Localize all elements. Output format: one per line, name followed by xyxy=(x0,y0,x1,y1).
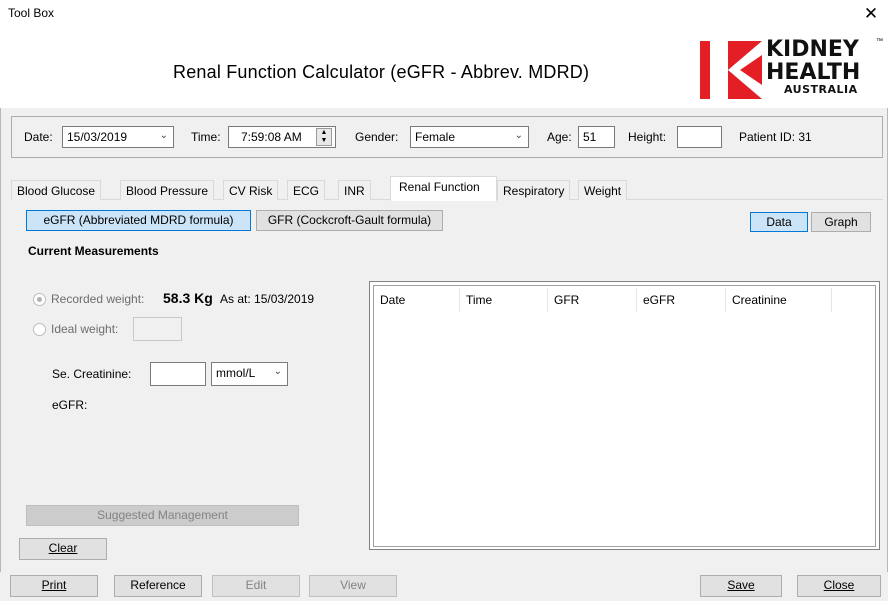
tab-ecg[interactable]: ECG xyxy=(287,180,326,200)
logo-line-3: AUSTRALIA xyxy=(784,83,858,96)
logo-line-1: KIDNEY xyxy=(766,37,859,62)
spin-up-icon[interactable]: ▲ xyxy=(317,129,331,137)
save-button[interactable]: Save xyxy=(700,575,782,597)
logo-trademark: ™ xyxy=(876,38,883,45)
column-header-date[interactable]: Date xyxy=(374,288,460,312)
egfr-formula-button[interactable]: eGFR (Abbreviated MDRD formula) xyxy=(26,210,251,231)
tab-cv-risk[interactable]: CV Risk xyxy=(223,180,279,200)
creatinine-input[interactable] xyxy=(150,362,206,386)
chevron-down-icon: ⌄ xyxy=(159,130,168,141)
clear-button[interactable]: Clear xyxy=(19,538,107,560)
egfr-label: eGFR: xyxy=(52,398,88,412)
gfr-formula-button[interactable]: GFR (Cockcroft-Gault formula) xyxy=(256,210,443,231)
chevron-down-icon: ⌄ xyxy=(514,130,523,141)
height-input[interactable] xyxy=(677,126,722,148)
date-picker[interactable]: 15/03/2019 ⌄ xyxy=(62,126,174,148)
print-button[interactable]: Print xyxy=(10,575,98,597)
reference-button[interactable]: Reference xyxy=(114,575,202,597)
recorded-weight-radio[interactable] xyxy=(33,293,46,306)
column-header-gfr[interactable]: GFR xyxy=(548,288,637,312)
clear-button-label: Clear xyxy=(48,541,78,555)
age-label: Age: xyxy=(547,130,572,144)
as-at-date: As at: 15/03/2019 xyxy=(220,292,315,306)
column-header-creatinine[interactable]: Creatinine xyxy=(726,288,832,312)
view-button[interactable]: View xyxy=(309,575,397,597)
chevron-down-icon: ⌄ xyxy=(273,366,282,377)
column-header-time[interactable]: Time xyxy=(460,288,548,312)
logo-wordmark: KIDNEY HEALTH AUSTRALIA xyxy=(766,38,860,96)
creatinine-label: Se. Creatinine: xyxy=(52,367,132,381)
tab-weight[interactable]: Weight xyxy=(578,180,628,200)
unit-value: mmol/L xyxy=(216,366,256,380)
tab-respiratory[interactable]: Respiratory xyxy=(497,180,571,200)
gender-select[interactable]: Female ⌄ xyxy=(410,126,529,148)
edit-button[interactable]: Edit xyxy=(212,575,300,597)
page-title: Renal Function Calculator (eGFR - Abbrev… xyxy=(173,62,590,82)
section-heading: Current Measurements xyxy=(28,244,159,258)
logo-line-2: HEALTH xyxy=(766,60,861,85)
save-button-label: Save xyxy=(727,578,755,592)
measurements-table[interactable] xyxy=(373,285,876,547)
print-button-label: Print xyxy=(41,578,67,592)
tab-blood-glucose[interactable]: Blood Glucose xyxy=(11,180,102,200)
close-icon[interactable]: ✕ xyxy=(860,3,882,25)
time-value: 7:59:08 AM xyxy=(241,130,302,144)
data-view-button[interactable]: Data xyxy=(750,212,808,232)
close-button-label: Close xyxy=(823,578,855,592)
height-label: Height: xyxy=(628,130,667,144)
graph-view-button[interactable]: Graph xyxy=(811,212,871,232)
recorded-weight-value: 58.3 Kg xyxy=(163,290,213,306)
patient-id: Patient ID: 31 xyxy=(739,130,812,144)
spin-down-icon[interactable]: ▼ xyxy=(317,137,331,145)
tab-blood-pressure[interactable]: Blood Pressure xyxy=(120,180,215,200)
column-header-egfr[interactable]: eGFR xyxy=(637,288,726,312)
ideal-weight-input[interactable] xyxy=(133,317,182,341)
creatinine-unit-select[interactable]: mmol/L ⌄ xyxy=(211,362,288,386)
date-value: 15/03/2019 xyxy=(67,130,128,144)
time-label: Time: xyxy=(191,130,221,144)
window-title: Tool Box xyxy=(8,6,55,20)
tab-inr[interactable]: INR xyxy=(338,180,371,200)
tab-renal-function[interactable]: Renal Function xyxy=(390,176,497,201)
time-spinner[interactable]: ▲ ▼ xyxy=(316,128,332,146)
kidney-health-logo-icon xyxy=(700,41,762,99)
close-button[interactable]: Close xyxy=(797,575,881,597)
ideal-weight-label: Ideal weight: xyxy=(51,322,119,336)
age-input[interactable]: 51 xyxy=(578,126,615,148)
ideal-weight-radio[interactable] xyxy=(33,323,46,336)
recorded-weight-label: Recorded weight: xyxy=(51,292,145,306)
date-label: Date: xyxy=(24,130,53,144)
suggested-management-button[interactable]: Suggested Management xyxy=(26,505,299,526)
gender-value: Female xyxy=(415,130,456,144)
title-bar xyxy=(0,0,888,30)
gender-label: Gender: xyxy=(355,130,399,144)
